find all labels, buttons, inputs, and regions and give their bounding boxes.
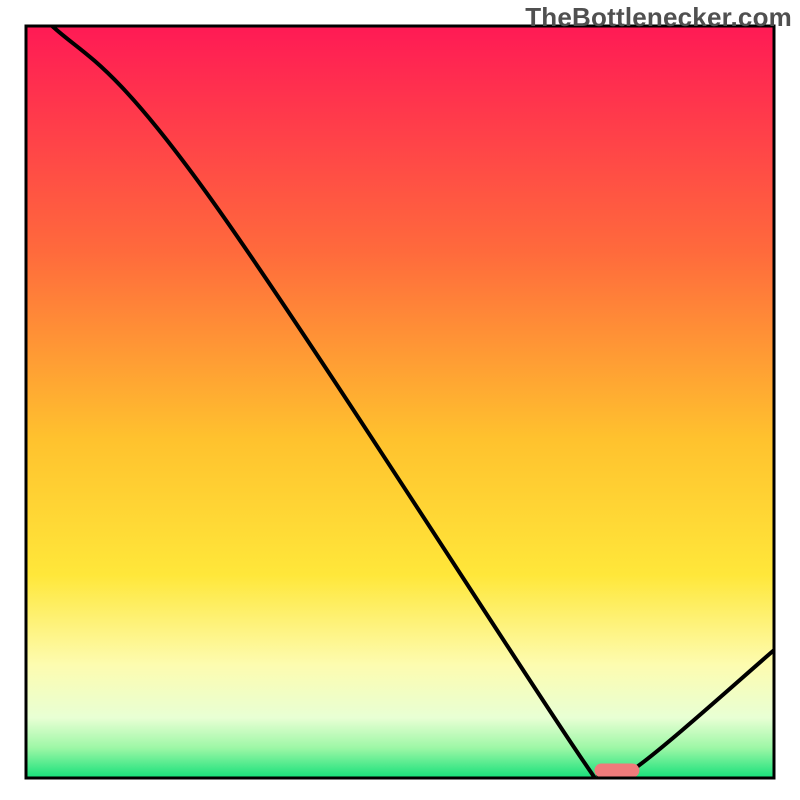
bottleneck-chart <box>0 0 800 800</box>
plot-background <box>26 26 774 778</box>
optimal-marker <box>594 763 639 777</box>
watermark-text: TheBottleneсker.com <box>525 2 792 33</box>
chart-container: TheBottleneсker.com <box>0 0 800 800</box>
